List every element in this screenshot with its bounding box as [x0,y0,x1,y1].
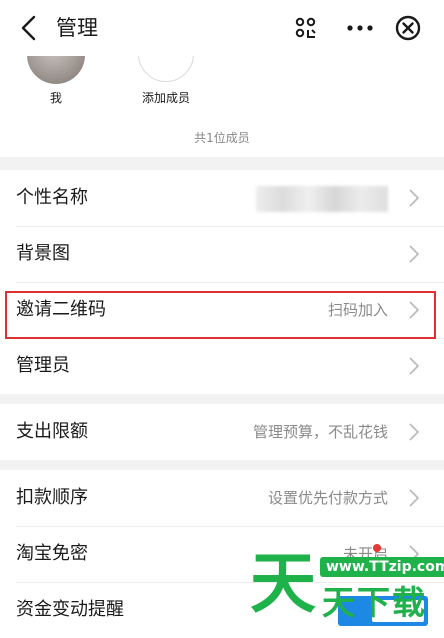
add-member-button[interactable] [138,56,194,82]
row-label: 扣款顺序 [16,487,88,508]
row-label: 个性名称 [16,187,88,208]
row-label: 支出限额 [16,421,88,442]
row-value: 管理预算，不乱花钱 [252,423,388,441]
row-background[interactable]: 背景图 [0,226,444,282]
row-invite-qrcode[interactable]: 邀请二维码 扫码加入 [0,282,444,338]
row-taobao-nopassword[interactable]: 淘宝免密 未开启 [0,526,444,582]
members-section: 我 添加成员 共1位成员 [0,56,444,157]
row-nickname[interactable]: 个性名称 [0,170,444,226]
more-horizontal-icon[interactable] [346,16,374,40]
row-label: 背景图 [16,243,70,264]
settings-group-basic: 个性名称 背景图 邀请二维码 扫码加入 管理员 [0,170,444,394]
page-title: 管理 [56,16,98,40]
row-admin[interactable]: 管理员 [0,338,444,394]
row-value: 扫码加入 [327,301,388,319]
member-label-me: 我 [49,91,62,105]
close-circle-icon[interactable] [394,14,422,42]
chevron-right-icon [409,357,420,375]
row-label: 邀请二维码 [16,299,106,320]
chevron-right-icon [409,545,420,563]
balance-alert-toggle[interactable] [338,596,428,626]
row-label: 资金变动提醒 [16,599,124,620]
settings-group-limit: 支出限额 管理预算，不乱花钱 [0,404,444,460]
chevron-right-icon [409,245,420,263]
row-label: 管理员 [16,355,70,376]
avatar[interactable] [27,56,85,84]
member-count: 共1位成员 [194,131,250,145]
row-label: 淘宝免密 [16,543,88,564]
chevron-left-icon[interactable] [14,12,42,44]
chevron-right-icon [409,189,420,207]
chevron-right-icon [409,423,420,441]
avatar-row [0,56,444,86]
top-bar: 管理 [0,0,444,56]
row-value: 未开启 [342,545,388,563]
row-spending-limit[interactable]: 支出限额 管理预算，不乱花钱 [0,404,444,460]
member-label-add: 添加成员 [141,91,190,105]
scan-icon[interactable] [294,16,318,40]
chevron-right-icon [409,301,420,319]
blurred-value [256,186,388,212]
chevron-right-icon [409,489,420,507]
row-value: 设置优先付款方式 [267,489,388,507]
toggle-knob [372,600,424,622]
row-payment-order[interactable]: 扣款顺序 设置优先付款方式 [0,470,444,526]
notification-dot [373,544,381,552]
